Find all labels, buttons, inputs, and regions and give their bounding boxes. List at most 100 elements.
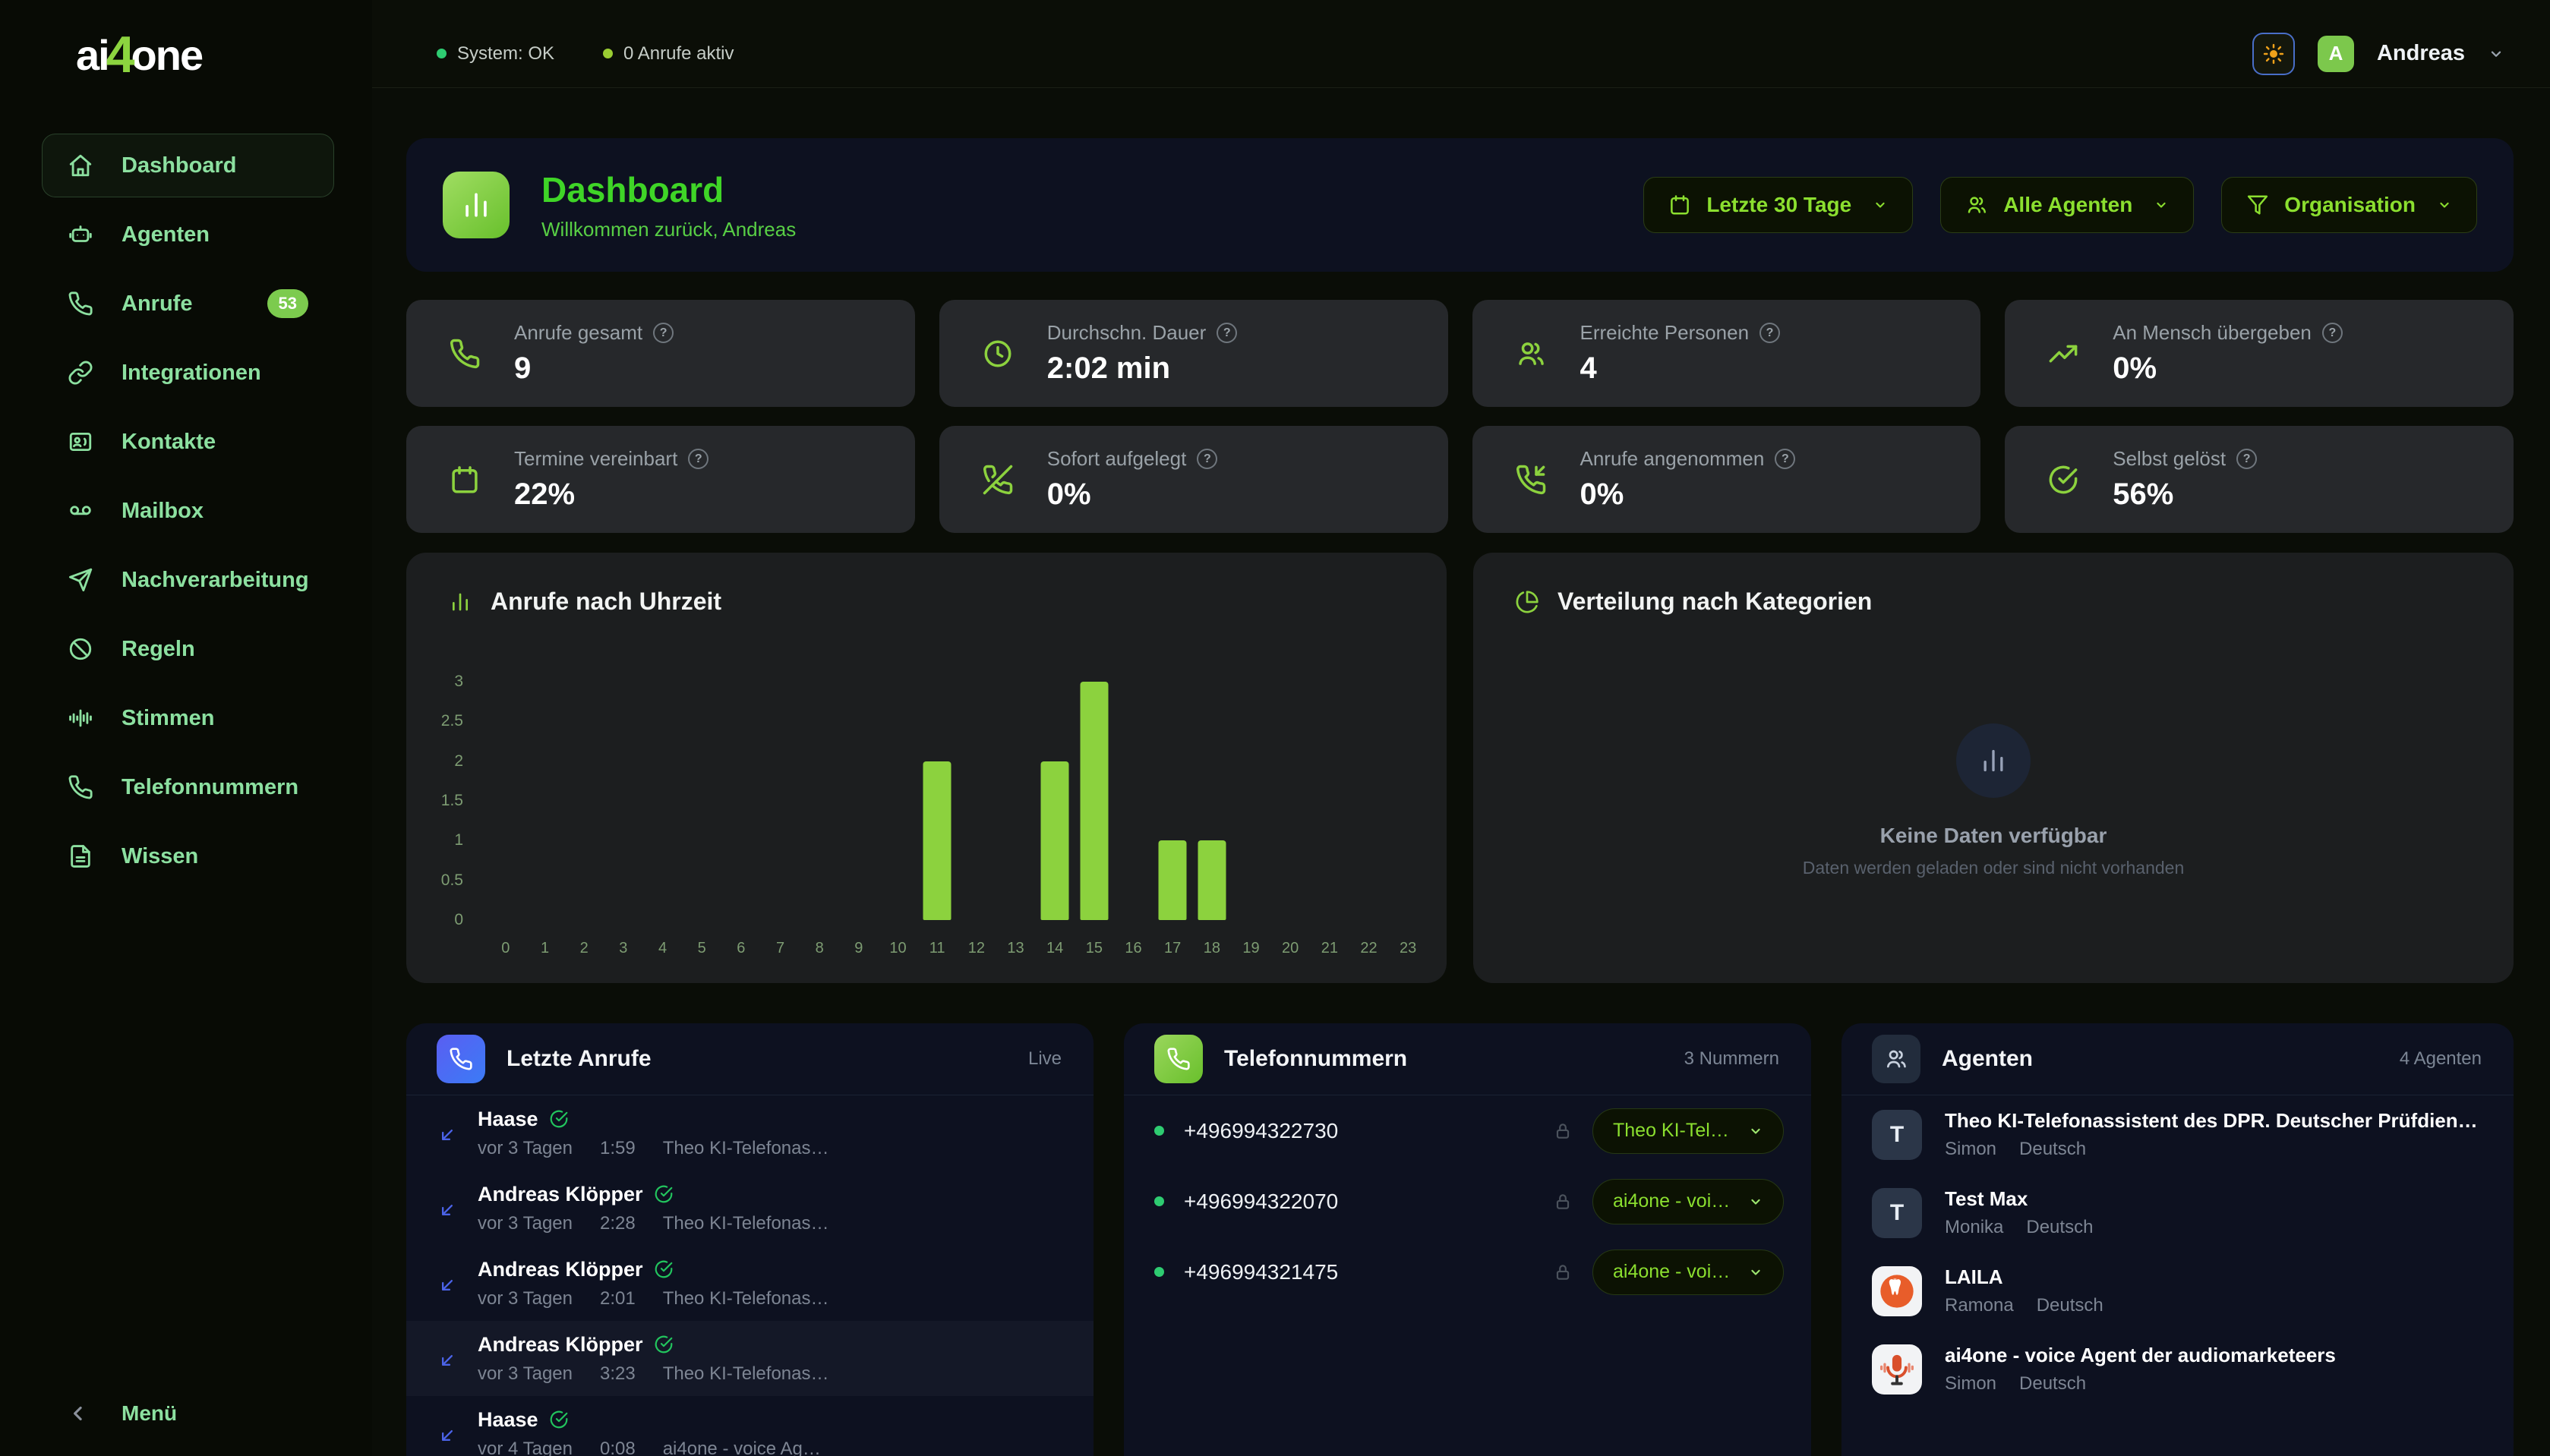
bar-chart-icon [448,590,472,614]
sidebar-item[interactable]: Stimmen [42,686,334,750]
help-icon[interactable]: ? [653,323,674,343]
help-icon[interactable]: ? [2322,323,2343,343]
filter-button[interactable]: Alle Agenten [1940,177,2194,233]
sidebar-item[interactable]: Telefonnummern [42,755,334,819]
sidebar-item-icon [68,636,93,662]
help-icon[interactable]: ? [1759,323,1780,343]
chevron-down-icon [1748,1265,1763,1280]
x-tick: 17 [1164,940,1181,957]
pie-chart-icon [1515,590,1539,614]
y-tick: 2.5 [441,712,463,730]
help-icon[interactable]: ? [1217,323,1237,343]
stat-label: Termine vereinbart [514,447,677,471]
call-row[interactable]: Haase vor 3 Tagen 1:59 Theo KI-Telefonas… [406,1095,1094,1171]
stat-label: Anrufe gesamt [514,321,642,345]
call-row[interactable]: Andreas Klöpper vor 3 Tagen 2:28 Theo KI… [406,1171,1094,1246]
agent-language: Deutsch [2019,1139,2086,1160]
x-tick: 12 [968,940,985,957]
filter-icon [2246,194,2269,216]
sidebar-item-icon [68,567,93,593]
file-icon [68,843,93,869]
phone-numbers-list: +496994322730 Theo KI-Telef… +4969943220… [1124,1095,1811,1307]
recent-calls-list: Haase vor 3 Tagen 1:59 Theo KI-Telefonas… [406,1095,1094,1456]
agent-select[interactable]: Theo KI-Telef… [1592,1108,1784,1154]
help-icon[interactable]: ? [2236,449,2257,469]
call-duration: 1:59 [600,1138,636,1159]
active-calls-status: 0 Anrufe aktiv [603,43,734,65]
x-tick: 9 [854,940,863,957]
help-icon[interactable]: ? [1197,449,1217,469]
menu-collapse-button[interactable]: Menü [67,1401,177,1426]
x-tick: 10 [889,940,906,957]
brand-text: one [131,31,203,79]
brand-logo[interactable]: ai4one [76,23,202,82]
agent-row[interactable]: ai4one - voice Agent der audiomarketeers… [1841,1330,2514,1408]
phone-number: +496994321475 [1184,1260,1338,1284]
page-header: Dashboard Willkommen zurück, Andreas Let… [406,138,2514,272]
y-tick: 0 [454,911,463,929]
sidebar-item-icon [68,498,93,524]
call-row[interactable]: Andreas Klöpper vor 3 Tagen 2:01 Theo KI… [406,1246,1094,1321]
sidebar-item[interactable]: Regeln [42,617,334,681]
help-icon[interactable]: ? [688,449,709,469]
filter-button[interactable]: Letzte 30 Tage [1643,177,1913,233]
chevron-down-icon[interactable] [2488,46,2504,62]
categories-title: Verteilung nach Kategorien [1557,588,1872,616]
sidebar-item-label: Kontakte [122,430,216,455]
call-agent: Theo KI-Telefonas… [663,1363,829,1385]
x-tick: 14 [1046,940,1063,957]
call-row[interactable]: Haase vor 4 Tagen 0:08 ai4one - voice Ag… [406,1396,1094,1456]
avatar[interactable]: A [2318,36,2354,72]
stat-card: Anrufe angenommen ? 0% [1472,426,1981,533]
success-check-icon [549,1410,569,1429]
theme-toggle-button[interactable] [2252,33,2295,75]
brand-4: 4 [106,26,134,84]
agent-select-value: ai4one - voic… [1613,1261,1739,1283]
wave-icon [68,705,93,731]
call-duration: 3:23 [600,1363,636,1385]
x-tick: 19 [1242,940,1259,957]
agent-row[interactable]: T Theo KI-Telefonassistent des DPR. Deut… [1841,1095,2514,1174]
calendar-icon [449,464,481,496]
sidebar-item[interactable]: Nachverarbeitung [42,548,334,612]
filter-button[interactable]: Organisation [2221,177,2477,233]
agent-voice: Monika [1945,1217,2003,1238]
system-status-label: System: OK [457,43,554,65]
lock-icon [1553,1192,1573,1212]
filter-label: Alle Agenten [2003,193,2132,217]
phone-icon [68,774,93,800]
agent-name: Theo KI-Telefonassistent des DPR. Deutsc… [1945,1109,2484,1133]
robot-icon [68,222,93,247]
y-tick: 2 [454,752,463,771]
y-tick: 1 [454,831,463,849]
x-tick: 1 [541,940,549,957]
users-icon [1872,1035,1920,1083]
stat-card: Sofort aufgelegt ? 0% [939,426,1448,533]
caller-name: Haase [478,1108,538,1131]
sidebar-item[interactable]: Mailbox [42,479,334,543]
sun-icon [2262,43,2285,65]
sidebar-item-icon [68,360,93,386]
system-status-dot [437,49,447,58]
sidebar-item[interactable]: Integrationen [42,341,334,405]
agent-row[interactable]: LAILA Ramona Deutsch [1841,1252,2514,1330]
sidebar-item[interactable]: Kontakte [42,410,334,474]
agent-row[interactable]: T Test Max Monika Deutsch [1841,1174,2514,1252]
voicemail-icon [68,498,93,524]
phone-row: +496994322070 ai4one - voic… [1124,1166,1811,1237]
agent-select[interactable]: ai4one - voic… [1592,1250,1784,1295]
call-row[interactable]: Andreas Klöpper vor 3 Tagen 3:23 Theo KI… [406,1321,1094,1396]
incoming-call-icon [437,1425,458,1446]
sidebar-item[interactable]: Anrufe 53 [42,272,334,336]
sidebar-item-label: Stimmen [122,706,214,731]
sidebar-item[interactable]: Agenten [42,203,334,266]
help-icon[interactable]: ? [1775,449,1795,469]
agent-select[interactable]: ai4one - voic… [1592,1179,1784,1224]
stat-icon [2047,338,2079,370]
send-icon [68,567,93,593]
sidebar-item[interactable]: Dashboard [42,134,334,197]
sidebar-item[interactable]: Wissen [42,824,334,888]
y-tick: 3 [454,673,463,691]
sidebar-item-label: Wissen [122,844,198,869]
topbar: System: OK 0 Anrufe aktiv A Andreas [372,0,2550,88]
